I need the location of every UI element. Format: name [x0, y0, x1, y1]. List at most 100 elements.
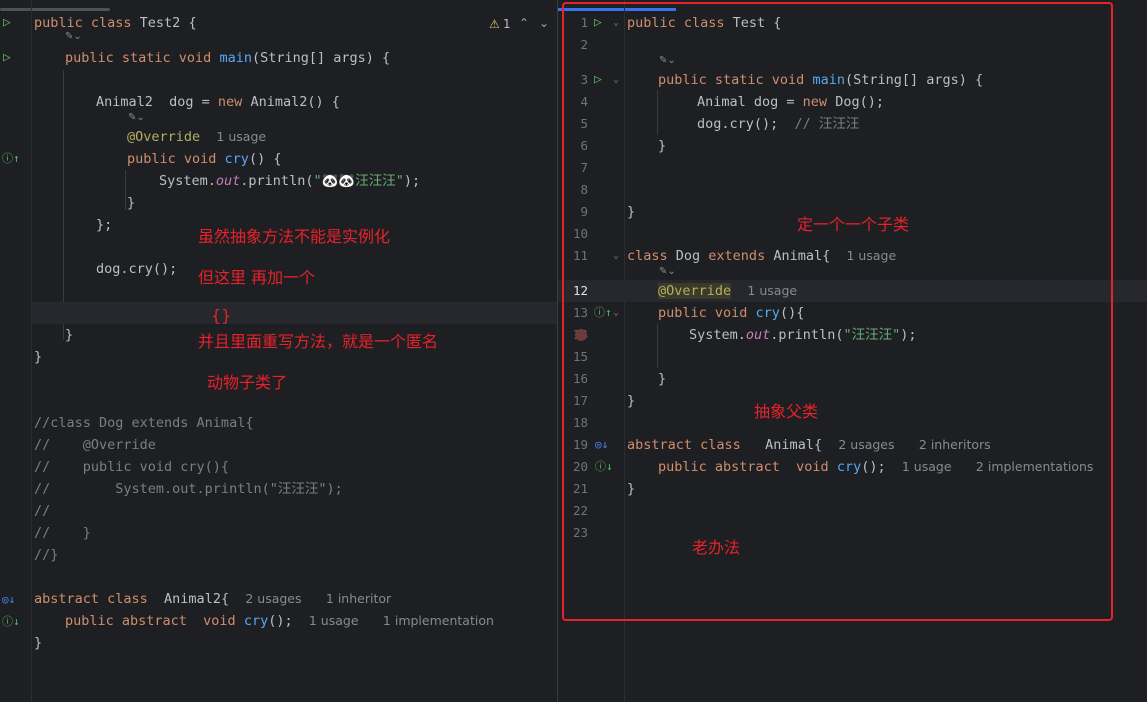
- code-line[interactable]: dog.cry();: [96, 258, 177, 280]
- line-number: 6: [580, 138, 588, 153]
- gutter-separator: [624, 0, 625, 702]
- code-line[interactable]: @Override 1 usage: [658, 280, 797, 302]
- fold-icon[interactable]: ⌄: [613, 306, 619, 320]
- code-line[interactable]: };: [96, 214, 112, 236]
- ai-hint-icon[interactable]: ✎⌄: [65, 31, 82, 42]
- code-line[interactable]: abstract class Animal{ 2 usages 2 inheri…: [627, 434, 991, 456]
- code-line[interactable]: }: [627, 201, 635, 223]
- line-number: 17: [572, 393, 588, 408]
- line-number: 19: [572, 437, 588, 452]
- line-number: 15: [572, 349, 588, 364]
- indent-guide: [125, 170, 126, 210]
- comment-line[interactable]: //}: [34, 544, 58, 566]
- overrides-icon[interactable]: ⓘ↑: [594, 306, 612, 320]
- code-line[interactable]: public class Test {: [627, 12, 781, 34]
- code-line[interactable]: public void cry() {: [127, 148, 281, 170]
- gutter-separator: [31, 0, 32, 702]
- implemented-class-icon[interactable]: ◎↓: [2, 593, 15, 607]
- horizontal-scrollbar[interactable]: [0, 8, 110, 11]
- code-line[interactable]: dog.cry(); // 汪汪汪: [697, 113, 859, 135]
- line-number: 11: [572, 248, 588, 263]
- annotation-note: 虽然抽象方法不能是实例化: [198, 227, 391, 246]
- code-line[interactable]: public abstract void cry(); 1 usage 2 im…: [658, 456, 1093, 478]
- line-number: 7: [580, 160, 588, 175]
- fold-icon[interactable]: ⌄: [613, 73, 619, 87]
- code-line[interactable]: }: [34, 632, 42, 654]
- line-number: 12: [572, 283, 588, 298]
- line-number: 21: [572, 481, 588, 496]
- line-number: 23: [572, 525, 588, 540]
- indent-guide: [63, 70, 64, 340]
- run-class-icon[interactable]: ▷: [594, 16, 602, 30]
- comment-line[interactable]: // @Override: [34, 434, 156, 456]
- code-line[interactable]: }: [658, 135, 666, 157]
- line-number: 9: [580, 204, 588, 219]
- line-number: 16: [572, 371, 588, 386]
- annotation-note: 老办法: [692, 538, 741, 557]
- warning-icon[interactable]: ⚠: [489, 17, 500, 31]
- annotation-note: 定一个一个子类: [797, 215, 910, 234]
- code-line[interactable]: }: [627, 478, 635, 500]
- run-class-icon[interactable]: ▷: [3, 16, 11, 30]
- breakpoint-icon[interactable]: [575, 329, 587, 341]
- code-line[interactable]: System.out.println("汪汪汪");: [689, 324, 916, 346]
- implemented-class-icon[interactable]: ◎↓: [595, 438, 608, 452]
- code-line[interactable]: }: [658, 368, 666, 390]
- line-number: 13: [572, 305, 588, 320]
- code-line[interactable]: Animal2 dog = new Animal2() {: [96, 91, 340, 113]
- line-number: 4: [580, 94, 588, 109]
- code-line[interactable]: public class Test2 {: [34, 12, 197, 34]
- active-tab-indicator: [558, 8, 676, 11]
- code-line[interactable]: @Override 1 usage: [127, 126, 266, 148]
- code-line[interactable]: public void cry(){: [658, 302, 804, 324]
- line-number: 3: [580, 72, 588, 87]
- code-line[interactable]: System.out.println("🐼🐼汪汪汪");: [159, 170, 420, 192]
- fold-icon[interactable]: ⌄: [613, 16, 619, 30]
- code-line[interactable]: }: [34, 346, 42, 368]
- right-editor[interactable]: 1 2 3 4 5 6 7 8 9 10 11 12 13 14 15 16 1…: [558, 0, 1147, 702]
- next-highlight-icon[interactable]: ⌄: [539, 16, 549, 30]
- run-main-icon[interactable]: ▷: [594, 73, 602, 87]
- indent-guide: [657, 324, 658, 368]
- annotation-note: 但这里 再加一个: [198, 268, 316, 287]
- run-main-icon[interactable]: ▷: [3, 51, 11, 65]
- ai-hint-icon[interactable]: ✎⌄: [659, 266, 676, 277]
- comment-line[interactable]: // System.out.println("汪汪汪");: [34, 478, 343, 500]
- current-line-highlight: [32, 302, 557, 324]
- line-number: 5: [580, 116, 588, 131]
- warning-count: 1: [503, 17, 511, 31]
- line-number: 22: [572, 503, 588, 518]
- fold-icon[interactable]: ⌄: [613, 249, 619, 263]
- annotation-note: 抽象父类: [754, 402, 819, 421]
- ai-hint-icon[interactable]: ✎⌄: [128, 112, 145, 123]
- line-number: 10: [572, 226, 588, 241]
- comment-line[interactable]: //: [34, 500, 50, 522]
- code-line[interactable]: Animal dog = new Dog();: [697, 91, 884, 113]
- implemented-method-icon[interactable]: ⓘ↓: [2, 615, 20, 629]
- current-line-highlight: [558, 280, 1147, 302]
- indent-guide: [657, 90, 658, 135]
- code-line[interactable]: public static void main(String[] args) {: [65, 47, 390, 69]
- implemented-method-icon[interactable]: ⓘ↓: [595, 460, 613, 474]
- code-line[interactable]: }: [65, 324, 73, 346]
- previous-highlight-icon[interactable]: ⌃: [519, 16, 529, 30]
- code-line[interactable]: public abstract void cry(); 1 usage 1 im…: [65, 610, 494, 632]
- line-number: 1: [580, 15, 588, 30]
- comment-line[interactable]: //class Dog extends Animal{: [34, 412, 253, 434]
- ai-hint-icon[interactable]: ✎⌄: [659, 55, 676, 66]
- code-line[interactable]: abstract class Animal2{ 2 usages 1 inher…: [34, 588, 391, 610]
- code-line[interactable]: }: [127, 192, 135, 214]
- overrides-icon[interactable]: ⓘ↑: [2, 152, 20, 166]
- line-number: 2: [580, 37, 588, 52]
- code-line[interactable]: class Dog extends Animal{ 1 usage: [627, 245, 896, 267]
- line-number: 20: [572, 459, 588, 474]
- comment-line[interactable]: // }: [34, 522, 91, 544]
- code-line[interactable]: }: [627, 390, 635, 412]
- comment-line[interactable]: // public void cry(){: [34, 456, 229, 478]
- line-number: 8: [580, 182, 588, 197]
- left-editor[interactable]: ▷ ▷ ⓘ↑ ◎↓ ⓘ↓ ⚠ 1 ⌃ ⌄ public class Test2 …: [0, 0, 557, 702]
- annotation-note: 动物子类了: [207, 373, 288, 392]
- annotation-note: {}: [211, 306, 232, 325]
- code-line[interactable]: public static void main(String[] args) {: [658, 69, 983, 91]
- line-number: 18: [572, 415, 588, 430]
